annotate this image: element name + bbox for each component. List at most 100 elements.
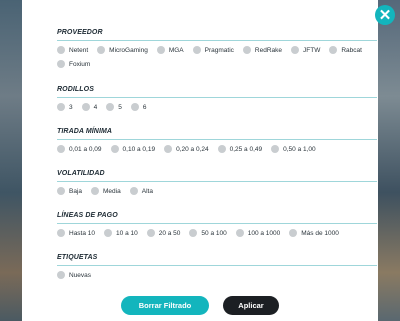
section-title: PROVEEDOR [57,29,103,36]
section-title: RODILLOS [57,86,94,93]
radio-button[interactable] [57,271,65,279]
option-label: 3 [69,103,73,111]
modal-footer: Borrar Filtrado Aplicar [22,296,378,315]
radio-button[interactable] [271,145,280,153]
option-label: 5 [118,103,122,111]
section-title: LÍNEAS DE PAGO [57,212,118,219]
filter-option[interactable]: 3 [57,103,73,111]
filter-option[interactable]: 6 [130,103,147,111]
filter-option[interactable]: 20 a 50 [146,229,181,237]
radio-button[interactable] [164,145,173,153]
option-label: Baja [69,187,83,195]
filter-option[interactable]: JFTW [291,46,320,54]
filter-option[interactable]: Baja [57,187,82,195]
option-label: 20 a 50 [158,229,181,237]
filter-section-rodillos: RODILLOS 3 4 5 6 [57,86,377,117]
radio-button[interactable] [129,187,138,195]
radio-button[interactable] [97,46,106,54]
background-right [378,0,400,321]
filter-option[interactable]: 4 [81,103,98,111]
option-label: 0,10 a 0,19 [122,145,156,153]
option-label: 4 [93,103,98,111]
section-title: ETIQUETAS [57,254,98,261]
filter-option[interactable]: 0,10 a 0,19 [110,145,156,153]
apply-button[interactable]: Aplicar [223,296,279,315]
option-label: 0,25 a 0,49 [229,145,263,153]
section-title: VOLATILIDAD [57,170,105,177]
radio-button[interactable] [57,229,65,237]
option-list: 0,01 a 0,09 0,10 a 0,19 0,20 a 0,24 0,25 a … [57,145,377,159]
section-divider [57,181,377,182]
option-label: Rabcat [341,46,362,54]
option-label: Foxium [69,60,91,68]
clear-filter-button[interactable]: Borrar Filtrado [121,296,209,315]
section-divider [57,139,377,140]
filter-option[interactable]: Pragmatic [192,46,234,54]
radio-button[interactable] [192,46,201,54]
radio-button[interactable] [81,103,90,111]
radio-button[interactable] [189,229,198,237]
filter-option[interactable]: Foxium [57,60,90,68]
filter-option[interactable]: MicroGaming [97,46,148,54]
filter-option[interactable]: 5 [106,103,122,111]
radio-button[interactable] [217,145,226,153]
filter-option[interactable]: Media [91,187,121,195]
radio-button[interactable] [110,145,119,153]
option-label: 0,50 a 1,00 [283,145,316,153]
option-label: MGA [168,46,184,54]
option-label: 0,20 a 0,24 [176,145,209,153]
radio-button[interactable] [106,103,115,111]
radio-button[interactable] [291,46,299,54]
filter-option[interactable]: RedRake [242,46,282,54]
option-label: Más de 1000 [301,229,339,237]
radio-button[interactable] [57,46,65,54]
section-divider [57,265,377,266]
option-list: 3 4 5 6 [57,103,377,117]
filter-option[interactable]: Netent [57,46,88,54]
option-list: Baja Media Alta [57,187,377,201]
filter-section-tirada-minima: TIRADA MÍNIMA 0,01 a 0,09 0,10 a 0,19 0,20 … [57,128,377,159]
filter-option[interactable]: 0,20 a 0,24 [164,145,209,153]
radio-button[interactable] [57,187,65,195]
filter-option[interactable]: Nuevas [57,271,91,279]
filter-option[interactable]: 0,50 a 1,00 [271,145,316,153]
filter-option[interactable]: 0,01 a 0,09 [57,145,102,153]
filter-option[interactable]: 50 a 100 [189,229,227,237]
filter-option[interactable]: Más de 1000 [289,229,339,237]
section-divider [57,223,377,224]
filter-option[interactable]: 10 a 10 [104,229,138,237]
filter-option[interactable]: Alta [129,187,153,195]
radio-button[interactable] [91,187,100,195]
radio-button[interactable] [235,229,244,237]
filter-option[interactable]: MGA [156,46,184,54]
radio-button[interactable] [57,60,65,68]
radio-button[interactable] [146,229,155,237]
option-label: Nuevas [69,271,92,279]
option-label: 50 a 100 [201,229,227,237]
radio-button[interactable] [329,46,338,54]
filter-option[interactable]: 100 a 1000 [235,229,280,237]
option-label: Netent [69,46,89,54]
option-list: Netent MicroGaming MGA Pragmatic RedRake JFTW… [57,46,377,74]
filter-option[interactable]: 0,25 a 0,49 [217,145,263,153]
filter-option[interactable]: Hasta 10 [57,229,95,237]
radio-button[interactable] [242,46,251,54]
option-label: 10 a 10 [116,229,138,237]
radio-button[interactable] [156,46,165,54]
radio-button[interactable] [289,229,298,237]
filter-section-lineas-de-pago: LÍNEAS DE PAGO Hasta 10 10 a 10 20 a 50 50 a… [57,212,377,243]
radio-button[interactable] [57,145,65,153]
option-label: Hasta 10 [69,229,96,237]
option-label: JFTW [303,46,321,54]
background-left [0,0,22,321]
close-icon[interactable]: ✕ [375,5,395,25]
radio-button[interactable] [57,103,65,111]
filter-option[interactable]: Rabcat [329,46,362,54]
filter-section-volatilidad: VOLATILIDAD Baja Media Alta [57,170,377,201]
option-list: Hasta 10 10 a 10 20 a 50 50 a 100 100 a 1000… [57,229,377,243]
option-list: Nuevas [57,271,377,285]
radio-button[interactable] [104,229,113,237]
radio-button[interactable] [130,103,139,111]
option-label: 6 [142,103,147,111]
option-label: Pragmatic [204,46,234,54]
